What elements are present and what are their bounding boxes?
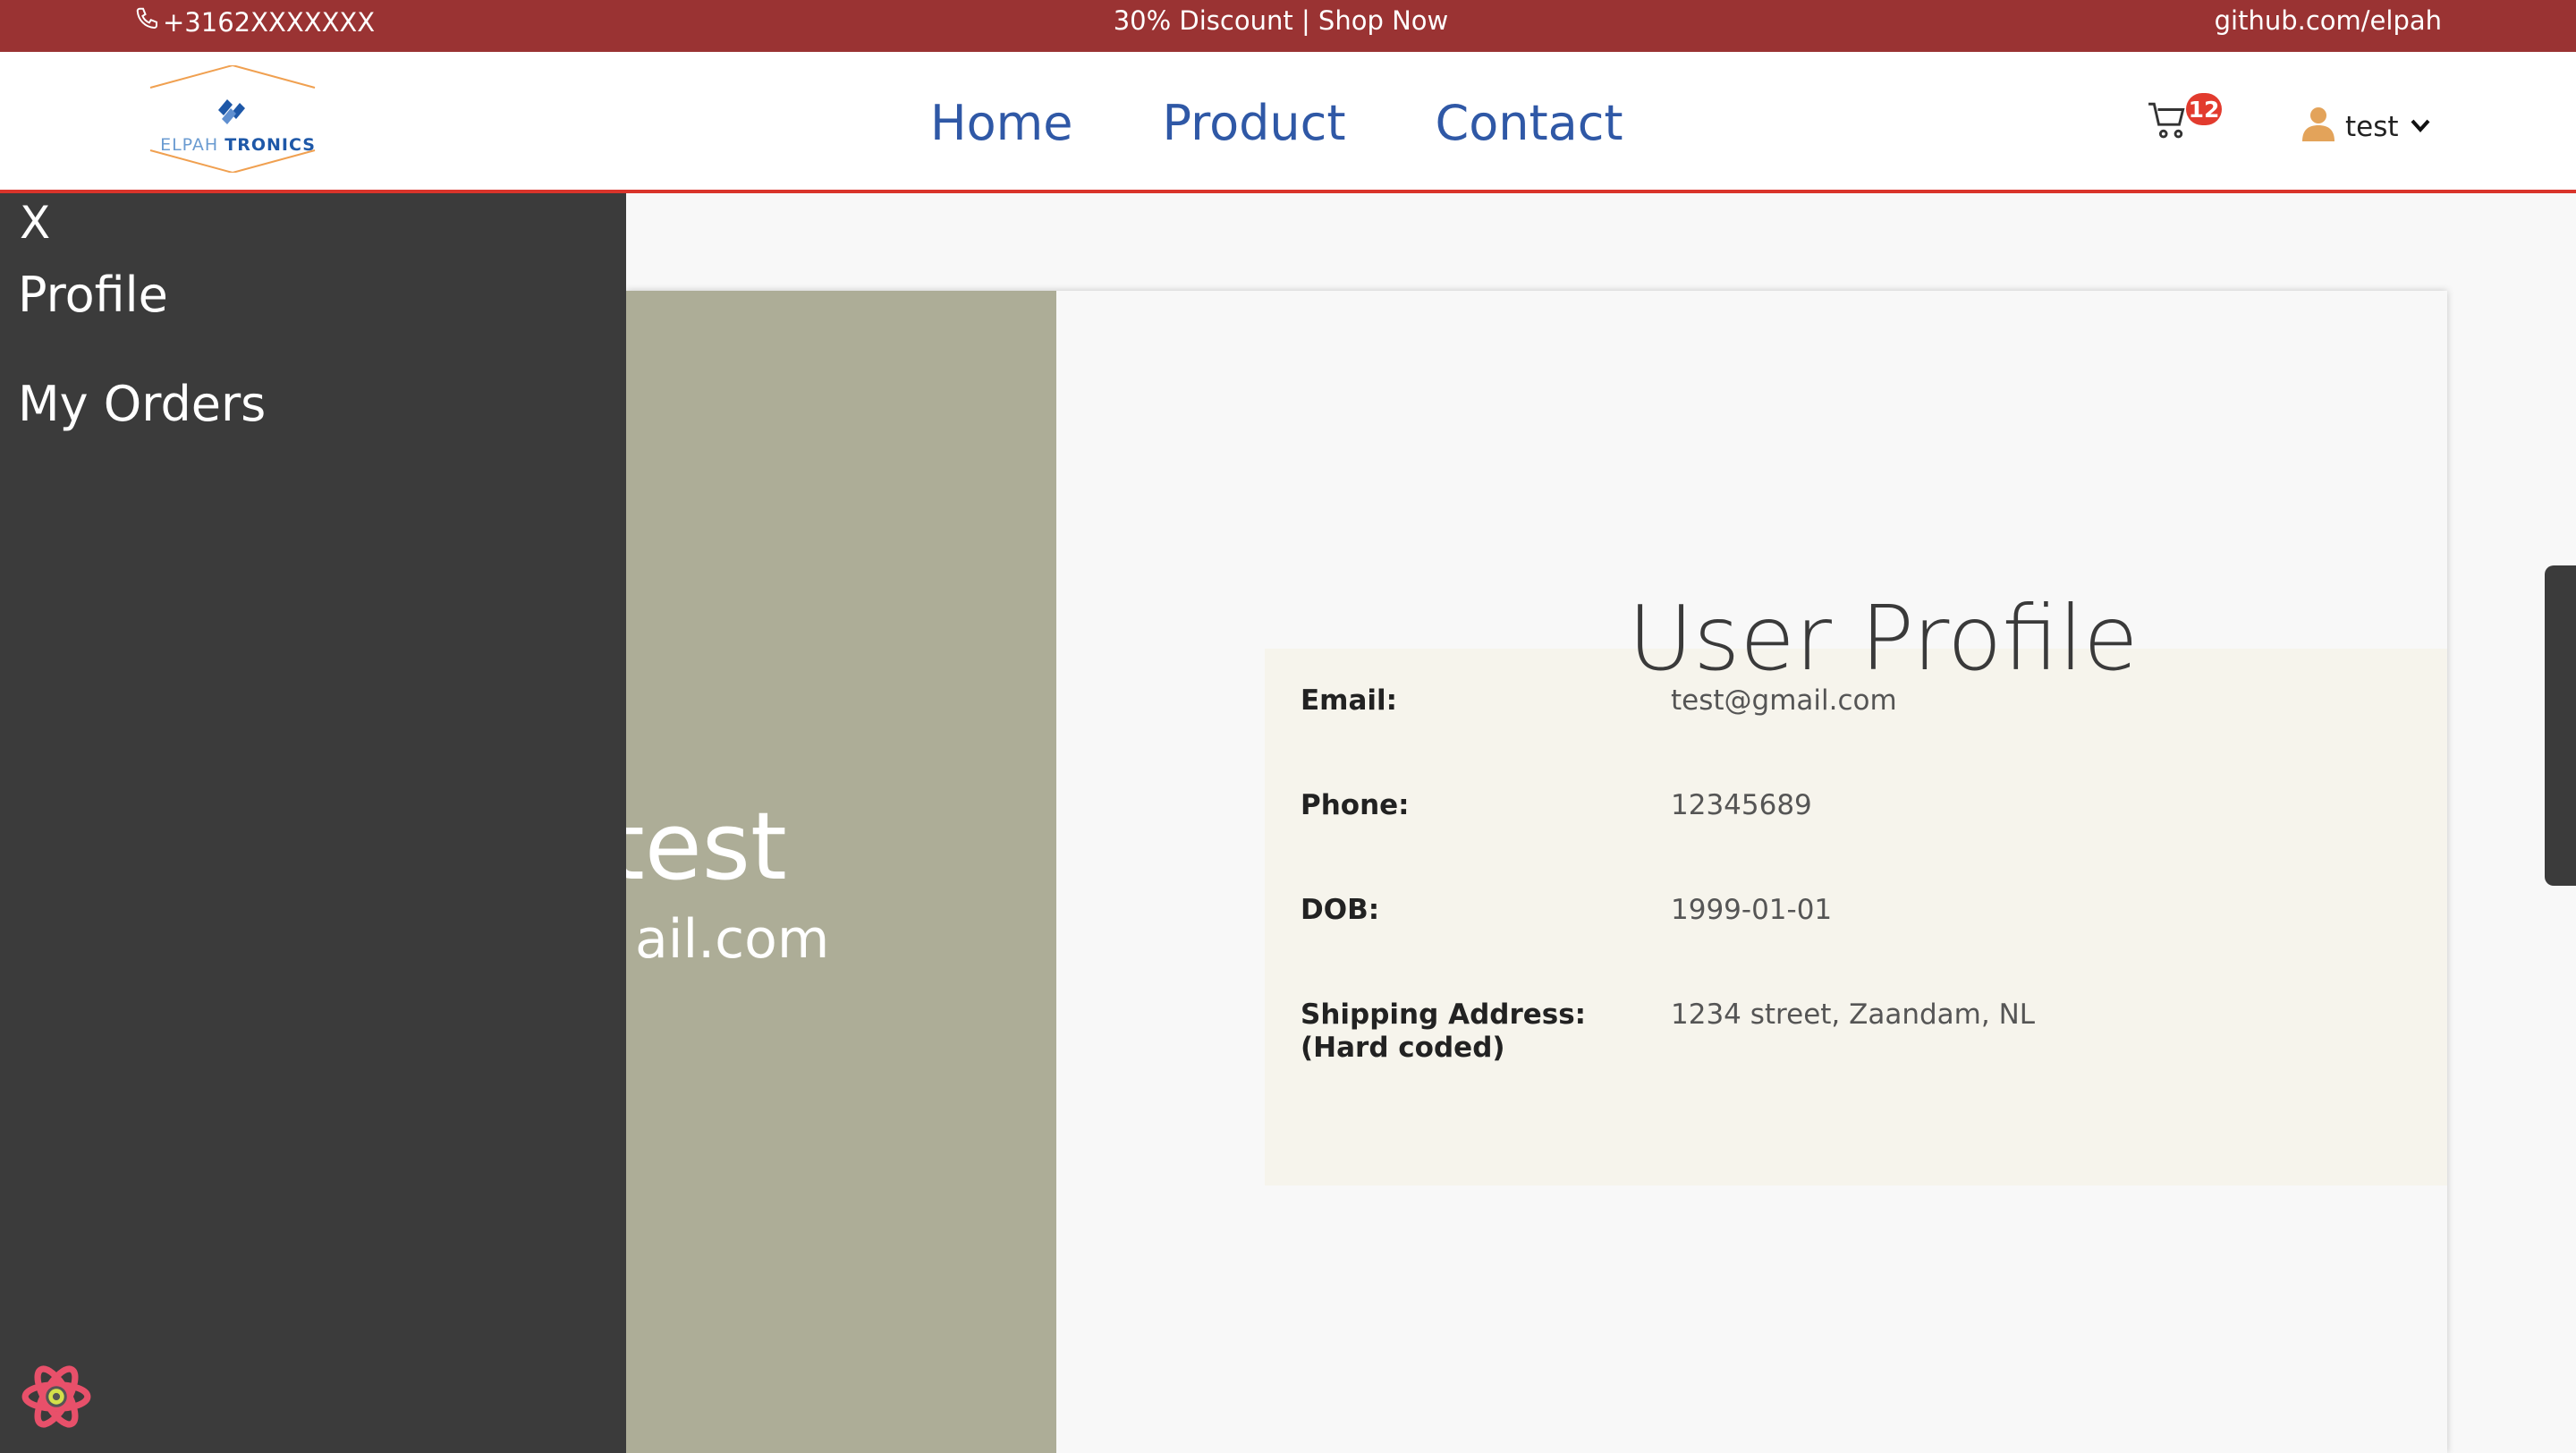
drawer-item-profile[interactable]: Profile — [18, 267, 168, 323]
github-link[interactable]: github.com/elpah — [2215, 5, 2442, 36]
profile-details: Email: test@gmail.com Phone: 12345689 DO… — [1265, 649, 2447, 1185]
cart-button[interactable]: 12 — [2147, 93, 2222, 148]
username-label: test — [2345, 111, 2399, 143]
nav-product[interactable]: Product — [1162, 95, 1345, 151]
profile-summary-panel: test ail.com — [608, 291, 1056, 1453]
detail-label: Email: — [1301, 684, 1398, 717]
nav-contact[interactable]: Contact — [1436, 95, 1623, 151]
profile-title: User Profile — [1628, 586, 2139, 691]
cart-icon — [2147, 102, 2191, 147]
brand-logo[interactable]: ELPAH TRONICS — [143, 64, 322, 174]
user-icon — [2302, 106, 2334, 149]
logo-text: ELPAH TRONICS — [160, 135, 316, 155]
drawer-item-my-orders[interactable]: My Orders — [18, 376, 266, 432]
cart-count-badge: 12 — [2186, 93, 2222, 125]
profile-email: ail.com — [635, 908, 830, 971]
promo-banner[interactable]: 30% Discount | Shop Now — [0, 5, 2562, 36]
navbar: ELPAH TRONICS Home Product Contact 12 te… — [0, 52, 2576, 193]
profile-card: test ail.com Email: test@gmail.com Phone… — [608, 291, 2447, 1453]
edge-panel-handle[interactable] — [2545, 565, 2576, 886]
detail-label: Phone: — [1301, 789, 1410, 821]
detail-label: Shipping Address: (Hard coded) — [1301, 998, 1587, 1064]
user-menu[interactable]: test — [2302, 106, 2431, 149]
chevron-down-icon — [2410, 111, 2431, 143]
react-icon[interactable] — [20, 1360, 93, 1433]
profile-name: test — [608, 792, 787, 901]
main-nav: Home Product Contact — [930, 95, 1623, 151]
detail-value: 12345689 — [1671, 789, 1812, 821]
side-drawer: X Profile My Orders — [0, 193, 626, 1453]
close-drawer-button[interactable]: X — [20, 197, 50, 249]
logo-emblem — [149, 64, 316, 174]
detail-label: DOB: — [1301, 894, 1380, 926]
nav-home[interactable]: Home — [930, 95, 1072, 151]
detail-value: 1999-01-01 — [1671, 894, 1833, 926]
detail-value: 1234 street, Zaandam, NL — [1671, 998, 2036, 1031]
top-bar: +3162XXXXXXX 30% Discount | Shop Now git… — [0, 0, 2576, 52]
